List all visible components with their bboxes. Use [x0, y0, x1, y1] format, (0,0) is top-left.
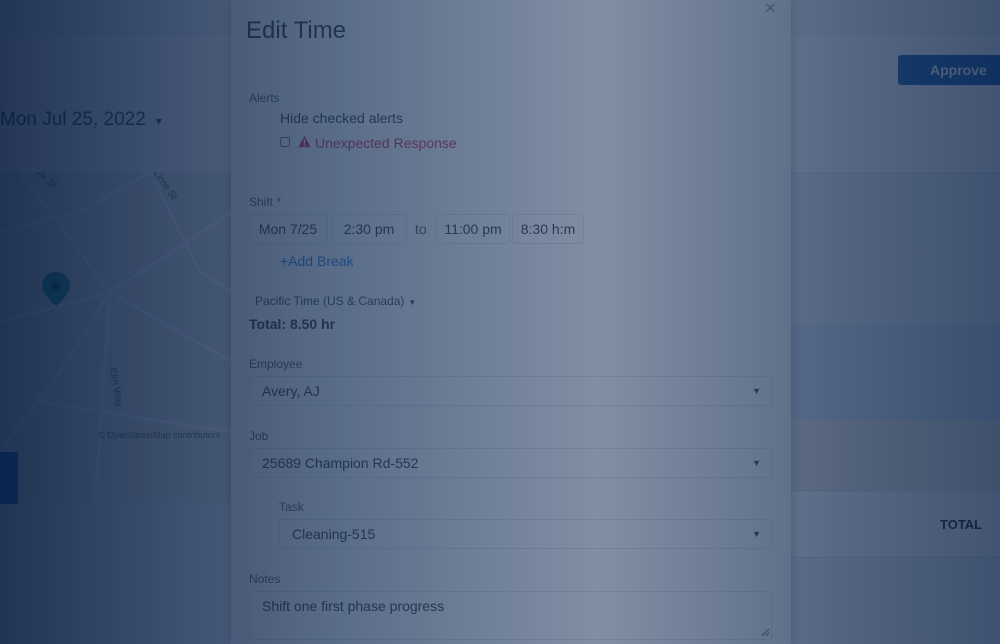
employee-select[interactable]: Avery, AJ ▼	[249, 376, 772, 406]
timeline-highlight	[790, 325, 1000, 420]
date-label: Mon Jul 25, 2022	[0, 109, 146, 130]
chevron-down-icon: ▼	[408, 298, 417, 307]
task-value: Cleaning-515	[292, 526, 376, 542]
resize-handle-icon[interactable]	[760, 627, 770, 637]
chevron-down-icon: ▾	[155, 114, 162, 128]
date-selector[interactable]: Mon Jul 25, 2022 ▾	[0, 109, 162, 131]
chevron-down-icon: ▼	[752, 386, 761, 396]
shift-label: Shift *	[249, 195, 282, 209]
shift-end-time-field[interactable]: 11:00 pm	[436, 214, 510, 244]
alert-checkbox[interactable]	[280, 137, 290, 147]
shift-to-label: to	[415, 221, 427, 237]
shift-duration-field[interactable]: 8:30 h:m	[512, 214, 584, 244]
warning-icon	[298, 135, 311, 148]
alerts-label: Alerts	[249, 91, 280, 105]
timezone-label: Pacific Time (US & Canada)	[255, 294, 405, 308]
task-select[interactable]: Cleaning-515 ▼	[279, 519, 772, 549]
notes-label: Notes	[249, 572, 281, 586]
map-side-tab[interactable]	[0, 452, 18, 504]
shift-start-time-field[interactable]: 2:30 pm	[331, 214, 407, 244]
timeline-band	[790, 420, 1000, 490]
job-label: Job	[249, 429, 269, 443]
approve-button[interactable]: Approve	[898, 55, 1000, 85]
modal-title: Edit Time	[246, 17, 347, 44]
map-pin-icon[interactable]	[42, 272, 70, 306]
edit-time-modal: Edit Time × Alerts Hide checked alerts U…	[231, 0, 791, 644]
shift-date-field[interactable]: Mon 7/25	[249, 214, 327, 244]
add-break-link[interactable]: +Add Break	[280, 253, 354, 269]
employee-label: Employee	[249, 357, 303, 371]
chevron-down-icon: ▼	[752, 458, 761, 468]
map-attribution: © OpenStreetMap contributors	[98, 430, 221, 440]
chevron-down-icon: ▼	[752, 529, 761, 539]
job-select[interactable]: 25689 Champion Rd-552 ▼	[249, 448, 772, 478]
job-value: 25689 Champion Rd-552	[262, 455, 419, 471]
map-panel[interactable]: Fir St Lime St Elm Way © OpenStreetMap c…	[0, 172, 232, 502]
notes-field[interactable]: Shift one first phase progress	[249, 591, 772, 640]
map-streets-graphic	[0, 172, 232, 502]
unexpected-response-alert[interactable]: Unexpected Response	[315, 135, 457, 151]
total-hours: Total: 8.50 hr	[249, 316, 336, 332]
employee-value: Avery, AJ	[262, 383, 320, 399]
hide-checked-alerts-label[interactable]: Hide checked alerts	[280, 110, 403, 126]
timezone-selector[interactable]: Pacific Time (US & Canada) ▼	[255, 294, 416, 308]
task-label: Task	[279, 500, 304, 514]
close-icon[interactable]: ×	[765, 0, 776, 19]
total-column-header: TOTAL	[940, 517, 983, 532]
